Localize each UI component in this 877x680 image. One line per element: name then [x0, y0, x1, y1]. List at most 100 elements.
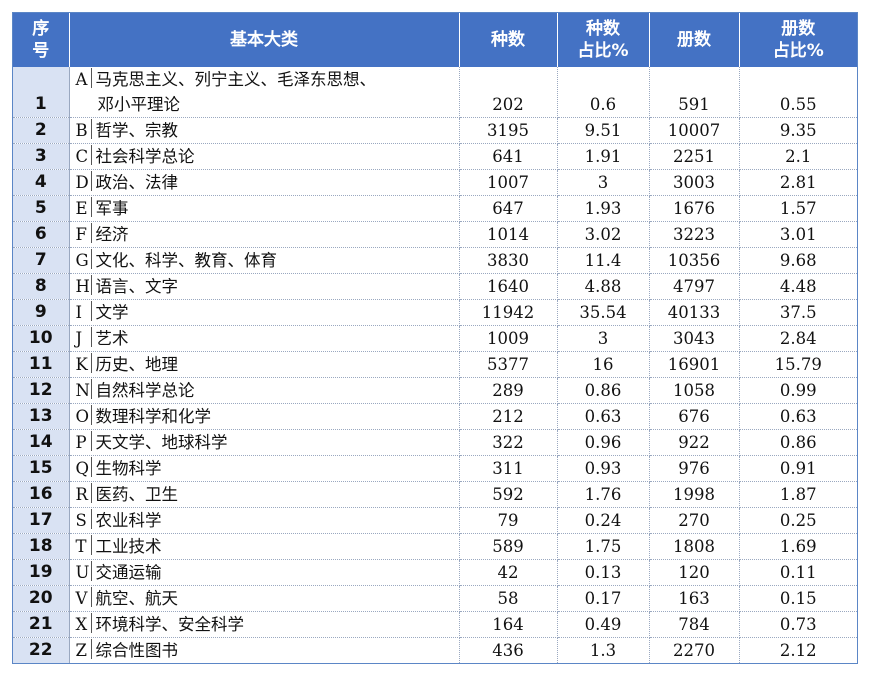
row-volumes: 676 [649, 403, 740, 430]
category-name: 经济 [95, 225, 129, 244]
table-row: 21 X 环境科学、安全科学 164 0.49 784 0.73 [13, 611, 857, 638]
category-name: 政治、法律 [95, 173, 179, 192]
row-category: B 哲学、宗教 [69, 117, 460, 144]
row-volumes-percent: 0.25 [739, 507, 857, 534]
row-index: 16 [13, 481, 70, 508]
table-row: 9 I 文学 11942 35.54 40133 37.5 [13, 299, 857, 326]
row-index: 2 [13, 117, 70, 144]
table-row: 4 D 政治、法律 1007 3 3003 2.81 [13, 169, 857, 196]
row-kinds: 641 [459, 143, 558, 170]
category-code: K [75, 355, 88, 374]
row-category: F 经济 [69, 221, 460, 248]
row-category: X 环境科学、安全科学 [69, 611, 460, 638]
row-kinds-percent: 1.3 [557, 637, 650, 663]
row-index: 7 [13, 247, 70, 274]
table-row: 20 V 航空、航天 58 0.17 163 0.15 [13, 585, 857, 612]
category-name: 数理科学和化学 [95, 407, 212, 426]
row-kinds: 311 [459, 455, 558, 482]
table-row: 5 E 军事 647 1.93 1676 1.57 [13, 195, 857, 222]
category-name: 自然科学总论 [95, 381, 195, 400]
row-kinds-percent: 11.4 [557, 247, 650, 274]
row-volumes: 120 [649, 559, 740, 586]
category-code: R [75, 485, 88, 504]
category-name: 医药、卫生 [95, 485, 179, 504]
row-index: 8 [13, 273, 70, 300]
row-volumes: 1998 [649, 481, 740, 508]
row-volumes: 4797 [649, 273, 740, 300]
category-separator [90, 379, 92, 399]
row-kinds: 3830 [459, 247, 558, 274]
row-index: 5 [13, 195, 70, 222]
row-category: T 工业技术 [69, 533, 460, 560]
row-kinds-percent: 3.02 [557, 221, 650, 248]
row-category: C 社会科学总论 [69, 143, 460, 170]
row-index: 14 [13, 429, 70, 456]
row-volumes: 3043 [649, 325, 740, 352]
table-row: 22 Z 综合性图书 436 1.3 2270 2.12 [13, 637, 857, 663]
category-name: 社会科学总论 [95, 147, 195, 166]
category-code: P [75, 433, 87, 452]
category-code: D [75, 173, 89, 192]
category-name: 历史、地理 [95, 355, 179, 374]
row-kinds-percent: 0.17 [557, 585, 650, 612]
row-kinds-percent: 9.51 [557, 117, 650, 144]
row-category: J 艺术 [69, 325, 460, 352]
category-code: Z [75, 641, 87, 660]
category-name-line1: 马克思主义、列宁主义、毛泽东思想、 [95, 70, 377, 89]
table-row: 18 T 工业技术 589 1.75 1808 1.69 [13, 533, 857, 560]
row-category: H 语言、文字 [69, 273, 460, 300]
row-kinds-percent: 0.49 [557, 611, 650, 638]
category-name: 哲学、宗教 [95, 121, 179, 140]
category-code: I [75, 303, 83, 322]
category-separator [90, 509, 92, 529]
row-kinds-percent: 0.24 [557, 507, 650, 534]
row-volumes: 163 [649, 585, 740, 612]
row-kinds-percent: 0.63 [557, 403, 650, 430]
row-kinds-percent: 0.93 [557, 455, 650, 482]
row-category: V 航空、航天 [69, 585, 460, 612]
category-name: 交通运输 [95, 563, 162, 582]
row-volumes-percent: 2.1 [739, 143, 857, 170]
row-index: 11 [13, 351, 70, 378]
category-code: E [75, 199, 88, 218]
category-separator [90, 327, 92, 347]
row-index: 10 [13, 325, 70, 352]
table-row: 8 H 语言、文字 1640 4.88 4797 4.48 [13, 273, 857, 300]
category-name: 工业技术 [95, 537, 162, 556]
table-row: 7 G 文化、科学、教育、体育 3830 11.4 10356 9.68 [13, 247, 857, 274]
category-code: X [75, 615, 88, 634]
row-volumes-percent: 37.5 [739, 299, 857, 326]
row-volumes-percent: 2.12 [779, 641, 817, 660]
category-code: U [75, 563, 90, 582]
category-code: S [75, 511, 87, 530]
category-separator [90, 197, 92, 217]
table-row: 16 R 医药、卫生 592 1.76 1998 1.87 [13, 481, 857, 508]
row-volumes: 40133 [649, 299, 740, 326]
classification-table: 序号 基本大类 种数 种数 占比% 册数 册数 占比% 1 A 马克思主义、列宁主义、毛… [13, 13, 857, 663]
row-index: 3 [13, 143, 70, 170]
table-row: 14 P 天文学、地球科学 322 0.96 922 0.86 [13, 429, 857, 456]
row-kinds: 202 [459, 67, 558, 118]
row-kinds: 212 [459, 403, 558, 430]
category-separator [90, 223, 92, 243]
category-separator [90, 561, 92, 581]
row-kinds-percent: 3 [557, 325, 650, 352]
row-volumes: 16901 [649, 351, 740, 378]
category-name: 农业科学 [95, 511, 162, 530]
table-row: 2 B 哲学、宗教 3195 9.51 10007 9.35 [13, 117, 857, 144]
row-volumes-percent: 0.11 [739, 559, 857, 586]
category-separator [90, 119, 92, 139]
row-kinds: 589 [459, 533, 558, 560]
table-row: 13 O 数理科学和化学 212 0.63 676 0.63 [13, 403, 857, 430]
category-code: C [75, 147, 89, 166]
category-name: 军事 [95, 199, 129, 218]
row-kinds-percent: 35.54 [557, 299, 650, 326]
row-volumes-percent: 0.55 [739, 67, 857, 118]
header-category: 基本大类 [69, 13, 460, 67]
category-separator [90, 301, 92, 321]
row-category: Z 综合性图书 [69, 637, 460, 663]
classification-table-container: 序号 基本大类 种数 种数 占比% 册数 册数 占比% 1 A 马克思主义、列宁主义、毛… [12, 12, 858, 664]
table-row: 15 Q 生物科学 311 0.93 976 0.91 [13, 455, 857, 482]
row-kinds: 592 [459, 481, 558, 508]
row-kinds: 42 [459, 559, 558, 586]
